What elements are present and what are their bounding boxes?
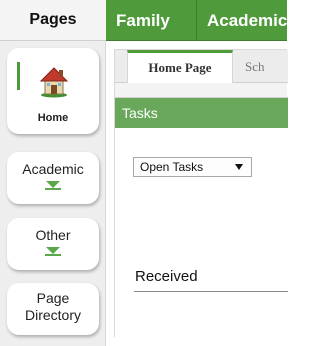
nav-item-other[interactable]: Other [7,218,99,270]
top-tab-bar: Family Academics [106,0,297,41]
nav-item-label-line2: Directory [24,307,81,323]
tasks-header: Tasks [115,98,288,128]
nav-item-label-line1: Page [36,290,70,306]
active-indicator [17,62,20,90]
dropdown-caret-icon [235,164,243,170]
nav-item-page-directory[interactable]: Page Directory [7,283,99,335]
chevron-down-icon [46,247,60,254]
nav-item-label: Page Directory [7,283,99,324]
subtab-bar: Home Page Sch [115,50,288,83]
nav-item-label: Academic [22,161,84,177]
left-nav: Pages Home Academic Other Page Directory [0,0,106,346]
received-column-header: Received [135,268,198,285]
nav-item-home[interactable]: Home [7,48,99,134]
chevron-down-icon-base [45,188,61,190]
nav-item-label: Other [35,227,71,243]
divider [134,291,288,292]
nav-item-academic[interactable]: Academic [7,152,99,204]
house-icon [37,64,71,98]
tab-schedule[interactable]: Sch [245,50,265,83]
tasks-panel: Tasks Open Tasks Received [115,97,288,337]
nav-item-label: Home [37,112,69,124]
chevron-down-icon [46,181,60,188]
task-filter-select[interactable]: Open Tasks [133,157,252,177]
pages-header: Pages [0,0,106,41]
tab-family[interactable]: Family [106,0,197,41]
task-filter-value: Open Tasks [140,160,204,174]
chevron-down-icon-base [45,254,61,256]
tab-home-page[interactable]: Home Page [127,50,233,83]
main-panel: Home Page Sch Tasks Open Tasks Received [114,49,288,337]
tab-academics[interactable]: Academics [197,0,297,41]
